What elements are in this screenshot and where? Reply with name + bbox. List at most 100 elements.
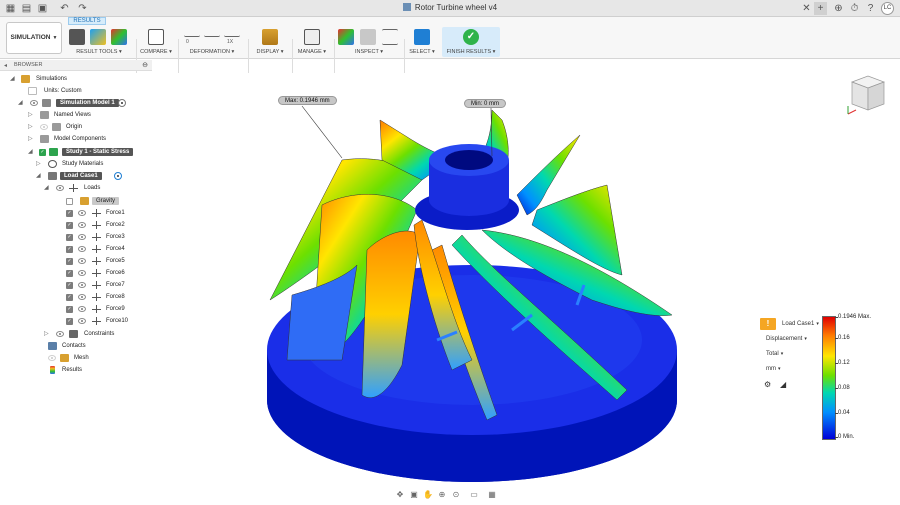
pan-hand-icon[interactable]: ✋ xyxy=(423,490,433,500)
list-item[interactable]: ✓ Force6 xyxy=(64,267,150,279)
visibility-icon[interactable] xyxy=(78,270,86,276)
visibility-icon[interactable] xyxy=(48,355,56,361)
force-checkbox[interactable]: ✓ xyxy=(66,270,73,277)
measure-icon[interactable] xyxy=(360,29,376,45)
view-cube[interactable] xyxy=(846,72,888,118)
warning-icon[interactable]: ! xyxy=(760,318,776,330)
tree-node[interactable]: ◢ Simulations xyxy=(10,73,150,85)
visibility-icon[interactable] xyxy=(30,100,38,106)
compare-group[interactable]: COMPARE ▾ xyxy=(138,27,174,57)
manage-icon[interactable] xyxy=(304,29,320,45)
active-radio-icon[interactable] xyxy=(114,172,122,180)
visibility-icon[interactable] xyxy=(40,124,48,130)
visibility-icon[interactable] xyxy=(56,331,64,337)
tree-node[interactable]: ◢ Loads xyxy=(44,182,150,194)
force-checkbox[interactable]: ✓ xyxy=(66,234,73,241)
manage-group[interactable]: MANAGE ▾ xyxy=(294,27,330,57)
tree-node[interactable]: ▷ Constraints xyxy=(44,328,150,340)
list-item[interactable]: ✓ Force1 xyxy=(64,207,150,219)
collapse-arrow-icon[interactable]: ◢ xyxy=(18,99,24,106)
collapse-arrow-icon[interactable]: ◢ xyxy=(28,148,34,155)
notifications-icon[interactable]: ⏱ xyxy=(848,2,861,15)
probe-icon[interactable] xyxy=(338,29,354,45)
force-checkbox[interactable]: ✓ xyxy=(66,318,73,325)
gear-icon[interactable]: ⚙ xyxy=(764,380,771,389)
collapse-arrow-icon[interactable]: ◢ xyxy=(36,172,42,179)
force-checkbox[interactable]: ✓ xyxy=(66,222,73,229)
close-tab-icon[interactable]: ✕ xyxy=(800,2,813,15)
extensions-icon[interactable]: ⊕ xyxy=(832,2,845,15)
compare-icon[interactable] xyxy=(148,29,164,45)
force-checkbox[interactable]: ✓ xyxy=(66,294,73,301)
force-checkbox[interactable]: ✓ xyxy=(66,210,73,217)
tree-node[interactable]: ▷ Model Components xyxy=(28,133,150,145)
min-probe-label[interactable]: Min: 0 mm xyxy=(464,99,507,108)
force-checkbox[interactable]: ✓ xyxy=(66,246,73,253)
visibility-icon[interactable] xyxy=(78,246,86,252)
collapse-icon[interactable]: ◂ xyxy=(4,62,7,69)
visibility-icon[interactable] xyxy=(78,306,86,312)
look-at-icon[interactable]: ▣ xyxy=(409,490,419,500)
help-icon[interactable]: ? xyxy=(864,2,877,15)
visibility-icon[interactable] xyxy=(78,318,86,324)
unit-dropdown[interactable]: mm ▾ xyxy=(766,366,781,372)
undeformed-icon[interactable] xyxy=(184,31,200,37)
component-dropdown[interactable]: Total ▾ xyxy=(766,351,783,357)
resize-icon[interactable]: ◢ xyxy=(780,380,786,389)
force-checkbox[interactable]: ✓ xyxy=(66,258,73,265)
visibility-icon[interactable] xyxy=(56,185,64,191)
visibility-icon[interactable] xyxy=(78,210,86,216)
visibility-icon[interactable] xyxy=(78,294,86,300)
active-radio-icon[interactable] xyxy=(118,99,126,107)
result-surface-icon[interactable] xyxy=(90,29,106,45)
display-icon[interactable] xyxy=(262,29,278,45)
visibility-icon[interactable] xyxy=(78,222,86,228)
zoom-window-icon[interactable]: ⊙ xyxy=(451,490,461,500)
camera-icon[interactable] xyxy=(69,29,85,45)
display-settings-icon[interactable]: ▭ xyxy=(469,490,479,500)
result-type-dropdown[interactable]: Displacement ▾ xyxy=(766,336,807,342)
deformation-scale-icon[interactable] xyxy=(204,31,220,37)
orbit-icon[interactable]: ✥ xyxy=(395,490,405,500)
tree-node[interactable]: Results xyxy=(44,364,150,376)
display-group[interactable]: DISPLAY ▾ xyxy=(252,27,288,57)
multi-result-icon[interactable] xyxy=(111,29,127,45)
tree-node[interactable]: ◢ ✓ Study 1 - Static Stress xyxy=(28,146,150,158)
list-item[interactable]: ✓ Force4 xyxy=(64,243,150,255)
deformed-icon[interactable] xyxy=(224,31,240,37)
tree-node[interactable]: ◢ Simulation Model 1 xyxy=(18,97,150,109)
load-case-dropdown[interactable]: Load Case1 ▾ xyxy=(782,321,819,327)
force-checkbox[interactable]: ✓ xyxy=(66,282,73,289)
list-item[interactable]: ✓ Force7 xyxy=(64,279,150,291)
inspect-group[interactable]: INSPECT ▾ xyxy=(336,27,402,57)
tree-node[interactable]: ▷ Study Materials xyxy=(36,158,150,170)
study-checkbox[interactable]: ✓ xyxy=(39,149,46,156)
max-probe-label[interactable]: Max: 0.1946 mm xyxy=(278,96,337,105)
workspace-switcher[interactable]: SIMULATION ▼ xyxy=(6,22,62,54)
browser-header[interactable]: ◂ BROWSER ⊖ xyxy=(0,60,152,71)
grid-settings-icon[interactable]: ▦ xyxy=(487,490,497,500)
check-icon[interactable]: ✓ xyxy=(463,29,479,45)
tab-results[interactable]: RESULTS xyxy=(68,17,106,25)
finish-results-group[interactable]: ✓ FINISH RESULTS ▾ xyxy=(442,27,500,57)
expand-arrow-icon[interactable]: ▷ xyxy=(28,123,34,130)
list-item[interactable]: ✓ Force3 xyxy=(64,231,150,243)
expand-arrow-icon[interactable]: ▷ xyxy=(28,135,34,142)
select-cursor-icon[interactable] xyxy=(414,29,430,45)
zoom-icon[interactable]: ⊕ xyxy=(437,490,447,500)
avatar[interactable]: LC xyxy=(881,2,894,15)
expand-arrow-icon[interactable]: ▷ xyxy=(28,111,34,118)
expand-arrow-icon[interactable]: ▷ xyxy=(44,330,50,337)
tree-node[interactable]: ▷ Named Views xyxy=(28,109,150,121)
tree-node[interactable]: ◢ Load Case1 xyxy=(36,170,150,182)
result-tools-group[interactable]: RESULT TOOLS ▾ xyxy=(66,27,132,57)
list-item[interactable]: ✓ Force9 xyxy=(64,303,150,315)
tree-node[interactable]: Contacts xyxy=(44,340,150,352)
tree-node[interactable]: Units: Custom xyxy=(22,85,150,97)
visibility-icon[interactable] xyxy=(78,282,86,288)
force-checkbox[interactable]: ✓ xyxy=(66,306,73,313)
visibility-icon[interactable] xyxy=(78,258,86,264)
list-item[interactable]: ✓ Force2 xyxy=(64,219,150,231)
list-item[interactable]: ✓ Force5 xyxy=(64,255,150,267)
tree-node[interactable]: Gravity xyxy=(64,195,150,207)
